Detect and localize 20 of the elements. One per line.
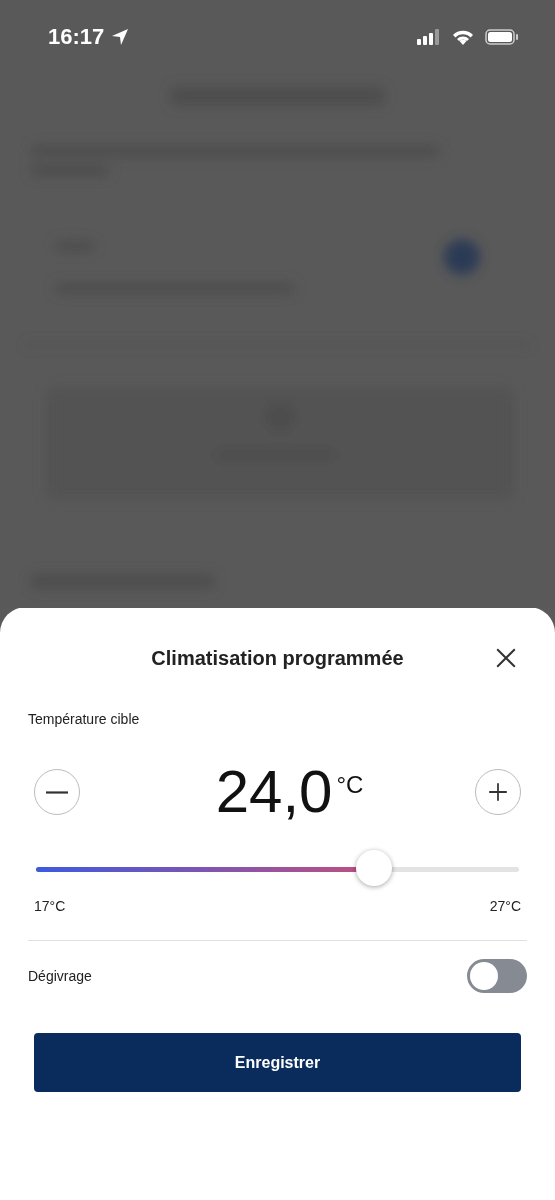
sheet-title: Climatisation programmée (151, 646, 404, 670)
battery-icon (485, 29, 519, 45)
toggle-switch[interactable] (467, 959, 527, 993)
save-button[interactable]: Enregistrer (34, 1033, 521, 1092)
close-icon (495, 647, 517, 669)
temperature-unit: °C (336, 771, 364, 799)
max-label: 27°C (489, 898, 521, 914)
signal-icon (417, 29, 441, 45)
increase-button[interactable] (475, 769, 521, 815)
temperature-value: 24,0 (215, 757, 333, 827)
location-arrow-icon (110, 27, 131, 47)
min-label: 17°C (34, 898, 66, 914)
toggle-label: Dégivrage (28, 968, 92, 984)
field-label: Température cible (28, 711, 141, 727)
plus-icon (487, 781, 509, 803)
slider-thumb[interactable] (356, 850, 393, 886)
wifi-icon (451, 28, 475, 46)
decrease-button[interactable] (34, 769, 80, 815)
status-time: 16:17 (48, 24, 105, 50)
minus-icon (46, 790, 68, 794)
